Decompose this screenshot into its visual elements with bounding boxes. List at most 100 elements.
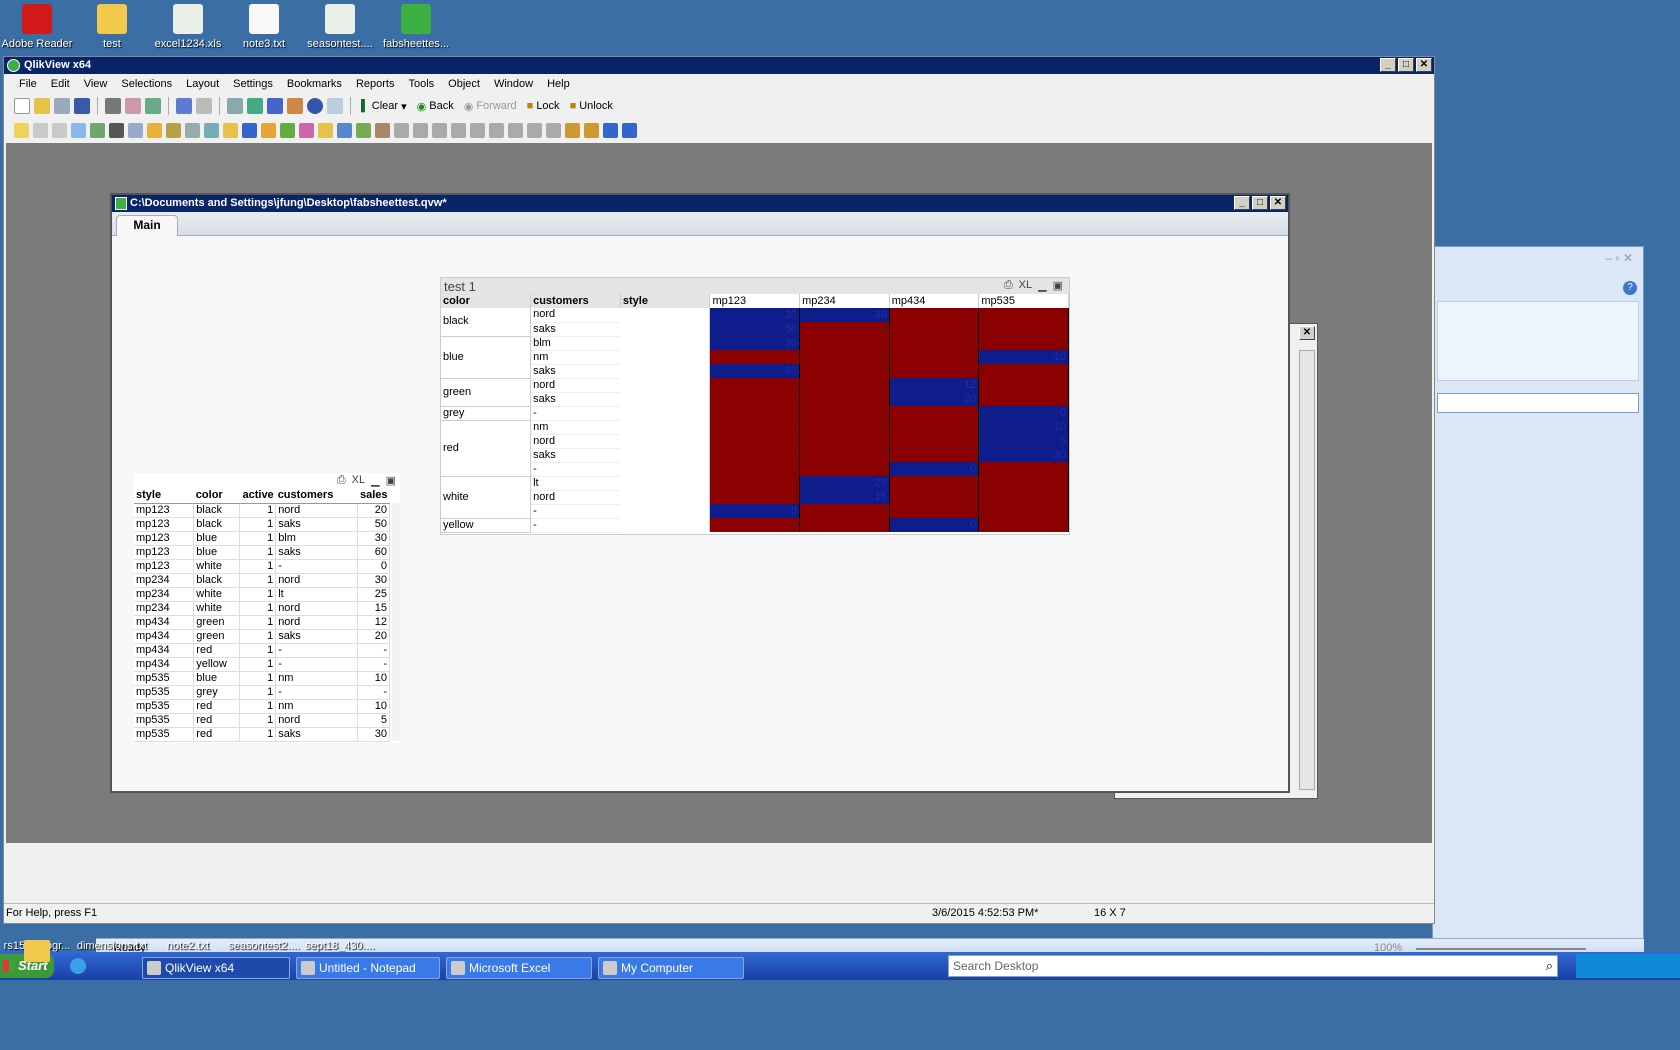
desktop-icon[interactable]: seasontest....	[298, 4, 382, 50]
desktop-icon[interactable]: seasontest2....	[222, 940, 306, 952]
design-tool-icon[interactable]	[147, 122, 162, 138]
pivot-value-cell[interactable]: 5	[978, 434, 1069, 448]
pivot-value-cell[interactable]: 0	[709, 462, 801, 476]
pivot-column-header[interactable]: mp123	[709, 294, 801, 308]
pivot-value-cell[interactable]: 30	[978, 448, 1069, 462]
table-row[interactable]: mp434 yellow 1- -	[134, 657, 391, 672]
pivot-color-cell[interactable]: blue	[441, 336, 532, 379]
design-tool-icon[interactable]	[546, 122, 561, 138]
pivot-value-cell[interactable]: 0	[799, 378, 890, 392]
pivot-value-cell[interactable]: 0	[978, 336, 1069, 350]
pivot-value-cell[interactable]: 0	[799, 406, 890, 420]
send-to-excel-button[interactable]: XL	[1019, 279, 1032, 292]
design-tool-icon[interactable]	[394, 122, 409, 138]
design-tool-icon[interactable]	[413, 122, 428, 138]
design-tool-icon[interactable]	[185, 122, 200, 138]
design-tool-icon[interactable]	[470, 122, 485, 138]
pivot-value-cell[interactable]: 0	[889, 350, 980, 364]
excel-zoom-slider[interactable]	[1416, 948, 1586, 950]
design-tool-icon[interactable]	[261, 122, 276, 138]
table-row[interactable]: mp535 grey 1- -	[134, 685, 391, 700]
pivot-value-cell[interactable]: 0	[889, 490, 980, 504]
search-desktop-box[interactable]: Search Desktop ⌕	[948, 955, 1558, 977]
pivot-customer-cell[interactable]: saks	[530, 392, 621, 407]
pivot-value-cell[interactable]: 0	[799, 448, 890, 462]
send-to-excel-button[interactable]: XL	[352, 474, 365, 487]
pivot-value-cell[interactable]: 10	[978, 350, 1069, 364]
design-tool-icon[interactable]	[52, 122, 67, 138]
pivot-value-cell[interactable]: 0	[889, 336, 980, 350]
pivot-value-cell[interactable]: 0	[978, 504, 1069, 518]
maximize-button[interactable]: □	[1398, 58, 1414, 72]
desktop-icon[interactable]: test	[70, 4, 154, 50]
table-row[interactable]: mp123 black 1 saks 50	[134, 517, 391, 532]
excel-name-box[interactable]	[1437, 393, 1639, 413]
menu-edit[interactable]: Edit	[44, 78, 77, 90]
pivot-color-cell[interactable]: black	[441, 308, 532, 337]
pivot-value-cell[interactable]: 0	[709, 406, 801, 420]
search-icon[interactable]	[227, 98, 243, 114]
pivot-value-cell[interactable]: 0	[889, 308, 980, 322]
pivot-customer-cell[interactable]: −lt	[530, 476, 621, 491]
pivot-value-cell[interactable]: 0	[978, 518, 1069, 532]
tools-icon[interactable]	[287, 98, 303, 114]
table-row[interactable]: mp434 red 1- -	[134, 643, 391, 658]
pivot-value-cell[interactable]: 12	[889, 378, 980, 392]
pivot-value-cell[interactable]: 0	[978, 406, 1069, 420]
close-button[interactable]: ✕	[1416, 58, 1432, 72]
pivot-value-cell[interactable]: 0	[709, 490, 801, 504]
maximize-icon[interactable]: ▣	[1053, 279, 1063, 292]
design-tool-icon[interactable]	[299, 122, 314, 138]
design-tool-icon[interactable]	[128, 122, 143, 138]
pivot-value-cell[interactable]: 0	[799, 504, 890, 518]
excel-help-icon[interactable]: ?	[1623, 281, 1637, 295]
design-tool-icon[interactable]	[166, 122, 181, 138]
desktop-icon[interactable]: Adobe Reader	[0, 4, 79, 50]
pivot-header-customers[interactable]: customers	[530, 294, 621, 308]
pivot-value-cell[interactable]: 0	[799, 420, 890, 434]
pivot-value-cell[interactable]: 0	[709, 448, 801, 462]
menu-reports[interactable]: Reports	[349, 78, 402, 90]
pivot-value-cell[interactable]: 0	[889, 406, 980, 420]
pivot-value-cell[interactable]: 30	[799, 308, 890, 322]
pivot-customer-cell[interactable]: saks	[530, 322, 621, 337]
column-header-active[interactable]: active	[239, 489, 276, 504]
forward-button[interactable]: ◉ Forward	[461, 100, 520, 113]
design-tool-icon[interactable]	[71, 122, 86, 138]
table-box-object[interactable]: ⎙ XL ▁ ▣ style color active customers sales m…	[134, 473, 400, 743]
table-row[interactable]: mp535 red 1 saks 30	[134, 727, 391, 742]
pivot-value-cell[interactable]: 0	[709, 476, 801, 490]
pivot-value-cell[interactable]: 0	[799, 322, 890, 336]
pivot-value-cell[interactable]: 0	[709, 350, 801, 364]
table-row[interactable]: mp234 black 1 nord 30	[134, 573, 391, 588]
pivot-value-cell[interactable]: 0	[799, 364, 890, 378]
lock-button[interactable]: ■ Lock	[524, 100, 563, 112]
design-tool-icon[interactable]	[223, 122, 238, 138]
menu-layout[interactable]: Layout	[179, 78, 226, 90]
table-row[interactable]: mp123 white 1-0	[134, 559, 391, 574]
taskbar-mycomputer-button[interactable]: My Computer	[598, 957, 744, 979]
pivot-value-cell[interactable]: 0	[978, 308, 1069, 322]
excel-window-controls[interactable]: – ▫ ✕	[1605, 251, 1633, 265]
design-tool-icon[interactable]	[375, 122, 390, 138]
pivot-value-cell[interactable]: 15	[799, 490, 890, 504]
desktop-icon[interactable]: excel1234.xls	[146, 4, 230, 50]
back-button[interactable]: ◉ Back	[414, 100, 457, 113]
minimize-icon[interactable]: ▁	[1038, 279, 1046, 292]
unlock-button[interactable]: ■ Unlock	[567, 100, 616, 112]
export-icon[interactable]	[145, 98, 161, 114]
taskbar-qlikview-button[interactable]: QlikView x64	[142, 957, 290, 979]
pivot-value-cell[interactable]: 30	[709, 336, 801, 350]
menu-tools[interactable]: Tools	[401, 78, 441, 90]
pivot-customer-cell[interactable]: nord	[530, 490, 621, 505]
minimize-icon[interactable]: ▁	[371, 474, 379, 487]
pivot-value-cell[interactable]: 50	[709, 322, 801, 336]
pivot-value-cell[interactable]: 0	[889, 434, 980, 448]
search-icon[interactable]: ⌕	[1546, 958, 1553, 974]
print-icon[interactable]	[105, 98, 121, 114]
pivot-header-color[interactable]: color	[441, 294, 532, 308]
pivot-color-cell[interactable]: grey	[441, 406, 532, 421]
ie-quicklaunch-icon[interactable]	[70, 958, 86, 974]
pivot-customer-cell[interactable]: −nord	[530, 308, 621, 323]
pivot-value-cell[interactable]: 20	[889, 392, 980, 406]
